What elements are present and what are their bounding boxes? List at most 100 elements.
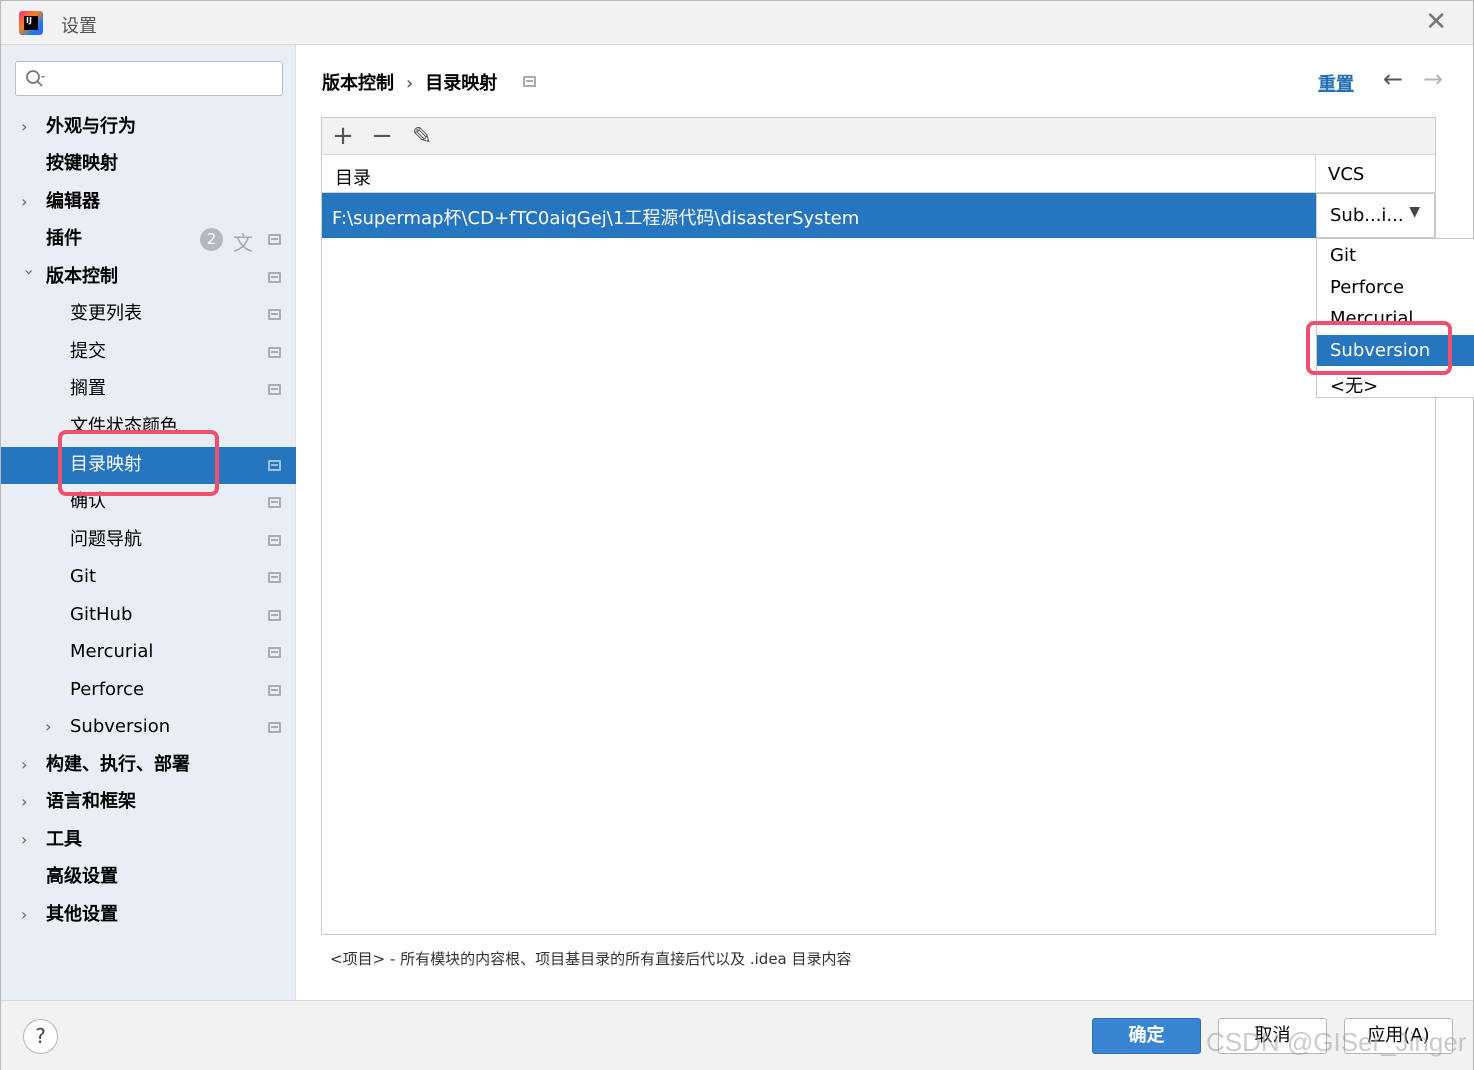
breadcrumb-current: 目录映射 (425, 73, 498, 94)
chevron-right-icon[interactable]: › (21, 904, 37, 926)
column-header-vcs[interactable]: VCS (1328, 164, 1364, 185)
ok-button[interactable]: 确定 (1092, 1018, 1201, 1054)
sidebar-item-label: 变更列表 (70, 303, 142, 324)
directory-mappings-table: + − ✎ 目录 VCS F:\supermap杯\CD+fTC0aiqGej\… (321, 117, 1436, 935)
sidebar-item-label: 语言和框架 (46, 791, 136, 812)
sidebar-item-advanced-settings[interactable]: 高级设置 (1, 859, 296, 896)
sidebar-item-file-status-colors[interactable]: 文件状态颜色 (1, 409, 296, 446)
update-count-badge: 2 (200, 228, 223, 251)
chevron-right-icon[interactable]: › (21, 791, 37, 813)
sidebar-item-label: 目录映射 (70, 454, 142, 475)
sidebar-item-vcs[interactable]: › 版本控制 (1, 259, 296, 296)
sidebar-item-label: 外观与行为 (46, 116, 136, 137)
search-box[interactable] (15, 61, 283, 96)
sidebar-item-changelists[interactable]: 变更列表 (1, 296, 296, 333)
add-icon[interactable]: + (328, 122, 358, 152)
sidebar-item-build-execution-deployment[interactable]: › 构建、执行、部署 (1, 747, 296, 784)
sidebar-item-shelf[interactable]: 搁置 (1, 371, 296, 408)
column-header-directory[interactable]: 目录 (335, 164, 371, 190)
project-scope-icon (268, 722, 281, 733)
vcs-option-git[interactable]: Git (1317, 240, 1474, 271)
sidebar-item-label: 提交 (70, 341, 106, 362)
vcs-option-subversion[interactable]: Subversion (1317, 335, 1474, 366)
table-header: 目录 VCS (322, 155, 1435, 193)
sidebar-item-subversion[interactable]: › Subversion (1, 709, 296, 746)
reset-link[interactable]: 重置 (1318, 70, 1354, 96)
project-scope-icon (268, 384, 281, 395)
forward-arrow-icon[interactable]: → (1423, 65, 1443, 93)
project-scope-icon (268, 234, 281, 245)
sidebar-item-keymap[interactable]: 按键映射 (1, 146, 296, 183)
window-title: 设置 (61, 16, 97, 37)
sidebar-item-tools[interactable]: › 工具 (1, 822, 296, 859)
settings-sidebar: › 外观与行为 按键映射 › 编辑器 插件 2 文 › 版本控制 变更列表 提交 (1, 45, 296, 1000)
sidebar-item-label: Subversion (70, 716, 171, 737)
vcs-combobox[interactable]: Sub...i... ▼ (1316, 193, 1435, 238)
project-scope-icon (268, 610, 281, 621)
chevron-right-icon[interactable]: › (21, 191, 37, 213)
sidebar-item-commit[interactable]: 提交 (1, 334, 296, 371)
dropdown-arrow-icon[interactable]: ▼ (1409, 204, 1420, 220)
project-scope-icon (268, 685, 281, 696)
sidebar-item-label: 构建、执行、部署 (46, 754, 190, 775)
sidebar-item-label: 编辑器 (46, 191, 100, 212)
close-icon[interactable]: ✕ (1425, 9, 1447, 35)
edit-pencil-icon[interactable]: ✎ (407, 122, 437, 152)
sidebar-item-mercurial[interactable]: Mercurial (1, 634, 296, 671)
sidebar-item-other-settings[interactable]: › 其他设置 (1, 897, 296, 934)
intellij-app-icon: IJ (19, 11, 43, 35)
translate-icon: 文 (233, 231, 253, 255)
project-scope-icon (268, 309, 281, 320)
project-scope-icon (268, 460, 281, 471)
project-scope-icon (268, 535, 281, 546)
sidebar-item-editor[interactable]: › 编辑器 (1, 184, 296, 221)
back-arrow-icon[interactable]: ← (1383, 65, 1403, 93)
hint-text: <项目> - 所有模块的内容根、项目基目录的所有直接后代以及 .idea 目录内… (330, 950, 852, 968)
sidebar-item-label: 问题导航 (70, 529, 142, 550)
column-divider (1315, 155, 1316, 193)
chevron-right-icon[interactable]: › (45, 716, 61, 738)
dialog-footer: ? 确定 取消 应用(A) CSDN @GISer_Jinger (1, 1000, 1473, 1070)
search-input[interactable] (56, 66, 276, 92)
help-button[interactable]: ? (23, 1019, 58, 1054)
sidebar-item-confirmation[interactable]: 确认 (1, 484, 296, 521)
project-scope-icon (268, 347, 281, 358)
sidebar-item-label: 搁置 (70, 378, 106, 399)
sidebar-item-label: GitHub (70, 604, 133, 625)
vcs-option-perforce[interactable]: Perforce (1317, 272, 1474, 303)
sidebar-item-plugins[interactable]: 插件 2 文 (1, 221, 296, 258)
chevron-right-icon[interactable]: › (21, 754, 37, 776)
sidebar-item-label: 工具 (46, 829, 82, 850)
vcs-dropdown-list: Git Perforce Mercurial Subversion <无> (1316, 238, 1474, 398)
sidebar-item-label: Mercurial (70, 641, 154, 662)
chevron-right-icon[interactable]: › (21, 116, 37, 138)
sidebar-item-github[interactable]: GitHub (1, 597, 296, 634)
vcs-combobox-value: Sub...i... (1330, 205, 1404, 226)
breadcrumb-parent[interactable]: 版本控制 (322, 73, 394, 94)
chevron-down-icon[interactable]: › (18, 269, 40, 285)
sidebar-item-git[interactable]: Git (1, 559, 296, 596)
table-row[interactable]: F:\supermap杯\CD+fTC0aiqGej\1工程源代码\disast… (322, 193, 1435, 238)
sidebar-item-languages-frameworks[interactable]: › 语言和框架 (1, 784, 296, 821)
vcs-option-none[interactable]: <无> (1317, 367, 1474, 398)
sidebar-item-directory-mappings[interactable]: 目录映射 (1, 447, 296, 484)
sidebar-item-label: 其他设置 (46, 904, 118, 925)
project-scope-icon (268, 647, 281, 658)
sidebar-item-label: Git (70, 566, 97, 587)
title-bar: IJ 设置 ✕ (1, 1, 1473, 45)
vcs-option-mercurial[interactable]: Mercurial (1317, 303, 1474, 334)
remove-icon[interactable]: − (367, 122, 397, 152)
project-scope-icon (268, 272, 281, 283)
sidebar-item-label: 确认 (70, 491, 106, 512)
settings-window: IJ 设置 ✕ › 外观与行为 按键映射 › 编辑器 插件 2 文 › 版本控制… (0, 0, 1474, 1070)
sidebar-item-appearance[interactable]: › 外观与行为 (1, 109, 296, 146)
sidebar-item-label: 按键映射 (46, 153, 118, 174)
sidebar-item-issue-navigation[interactable]: 问题导航 (1, 522, 296, 559)
directory-cell[interactable]: F:\supermap杯\CD+fTC0aiqGej\1工程源代码\disast… (332, 204, 859, 230)
sidebar-item-label: 版本控制 (46, 266, 118, 287)
chevron-right-icon[interactable]: › (21, 829, 37, 851)
watermark: CSDN @GISer_Jinger (1206, 1027, 1467, 1057)
table-toolbar: + − ✎ (322, 118, 1435, 155)
sidebar-item-perforce[interactable]: Perforce (1, 672, 296, 709)
sidebar-item-label: 文件状态颜色 (70, 416, 178, 437)
